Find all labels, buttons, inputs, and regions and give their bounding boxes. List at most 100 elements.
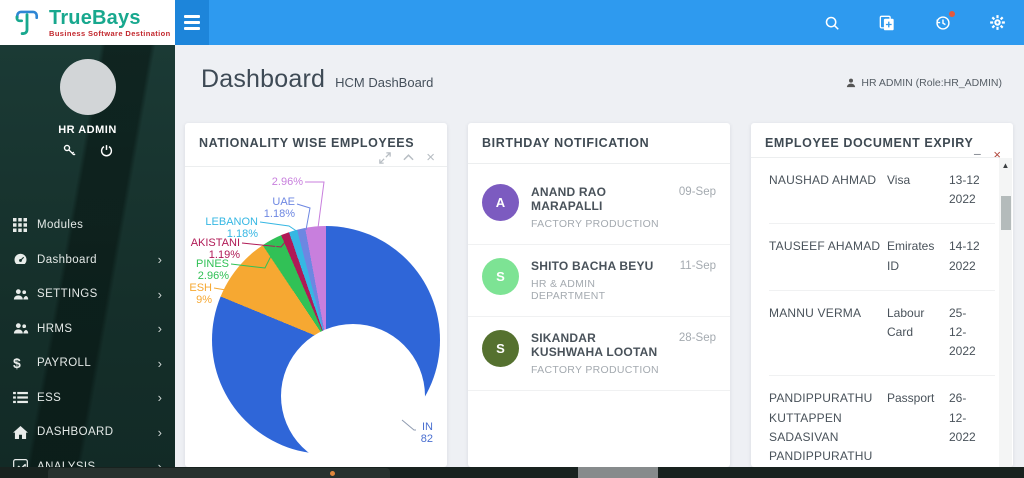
- birthday-list: A ANAND RAO MARAPALLI FACTORY PRODUCTION…: [468, 171, 730, 391]
- power-icon[interactable]: [100, 144, 113, 157]
- employee-name: PANDIPPURATHU KUTTAPPEN SADASIVAN PANDIP…: [769, 391, 873, 463]
- sidebar: HR ADMIN Modules › Dashboard ›: [0, 45, 175, 478]
- employee-name: TAUSEEF AHAMAD: [769, 239, 881, 254]
- birthday-avatar: A: [482, 184, 519, 221]
- key-icon[interactable]: [63, 144, 76, 157]
- notification-dot: [949, 10, 955, 17]
- birthday-list-item: S SIKANDAR KUSHWAHA LOOTAN FACTORY PRODU…: [468, 317, 730, 391]
- expiry-date: 14-12-2022: [949, 239, 979, 273]
- birthday-avatar: S: [482, 330, 519, 367]
- table-row: PANDIPPURATHU KUTTAPPEN SADASIVAN PANDIP…: [769, 376, 995, 467]
- grid-icon: [13, 218, 37, 233]
- scrollbar-thumb[interactable]: [1000, 196, 1011, 230]
- chevron-right-icon: ›: [157, 321, 162, 337]
- search-icon[interactable]: [823, 14, 841, 32]
- birthday-list-item: A ANAND RAO MARAPALLI FACTORY PRODUCTION…: [468, 171, 730, 245]
- sidebar-item-label: SETTINGS: [37, 288, 98, 301]
- chart-label: UAE 1.18%: [263, 196, 295, 221]
- birthday-date: 09-Sep: [678, 186, 716, 198]
- sidebar-item[interactable]: HRMS ›: [0, 312, 175, 347]
- page-subtitle: HCM DashBoard: [335, 75, 434, 90]
- brand-tagline: Business Software Destination: [49, 28, 171, 38]
- header-user-info: HR ADMIN (Role:HR_ADMIN): [846, 77, 1002, 89]
- main-content: Dashboard HCM DashBoard HR ADMIN (Role:HR…: [175, 45, 1024, 478]
- brand-logo[interactable]: TrueBays Business Software Destination: [0, 0, 175, 45]
- expand-icon[interactable]: [379, 151, 392, 164]
- truebays-logo-icon: [12, 8, 42, 38]
- birthday-name: SIKANDAR KUSHWAHA LOOTAN: [531, 331, 658, 359]
- bottom-gray-segment: [578, 467, 658, 478]
- document-expiry-card: EMPLOYEE DOCUMENT EXPIRY − × NAUSHAD AHM…: [751, 123, 1013, 467]
- topbar: TrueBays Business Software Destination: [0, 0, 1024, 45]
- page-title: Dashboard: [201, 65, 326, 93]
- sidebar-item-label: PAYROLL: [37, 357, 92, 370]
- birthday-avatar: S: [482, 258, 519, 295]
- chart-label: IN 82: [420, 421, 433, 446]
- chart-label: PINES 2.96%: [195, 258, 229, 283]
- donut-hole: [281, 324, 425, 467]
- sidebar-item-label: HRMS: [37, 322, 73, 335]
- sidebar-menu: Modules › Dashboard › SETTINGS › HRMS ›: [0, 208, 175, 478]
- sidebar-item-label: Modules: [37, 219, 84, 232]
- topbar-blue: [175, 0, 1024, 45]
- chart-label: ESH 9%: [189, 282, 212, 307]
- expiry-date: 13-12-2022: [949, 173, 979, 207]
- chevron-right-icon: ›: [157, 252, 162, 268]
- employee-name: MANNU VERMA: [769, 305, 862, 320]
- gauge-icon: [13, 252, 37, 267]
- users-icon: [13, 288, 37, 301]
- birthday-date: 11-Sep: [679, 260, 716, 272]
- chevron-right-icon: ›: [157, 390, 162, 406]
- copy-add-icon[interactable]: [878, 14, 896, 32]
- bottom-tab: [48, 468, 390, 478]
- table-row: NAUSHAD AHMAD Visa 13-12-2022: [769, 158, 995, 225]
- birthday-department: FACTORY PRODUCTION: [531, 364, 659, 376]
- scroll-up-arrow-icon[interactable]: ▲: [999, 158, 1012, 172]
- chevron-right-icon: ›: [157, 355, 162, 371]
- close-icon[interactable]: ×: [426, 150, 435, 165]
- expiry-date: 26- 12- 2022: [949, 391, 976, 444]
- brand-name: TrueBays: [49, 6, 141, 29]
- scrollbar[interactable]: ▲: [999, 158, 1012, 467]
- gear-icon[interactable]: [988, 14, 1006, 32]
- document-type: Passport: [887, 391, 935, 406]
- birthday-name: ANAND RAO MARAPALLI: [531, 185, 607, 213]
- nationality-donut-chart[interactable]: 2.96% UAE 1.18% LEBANON 1.18% AKISTANI 1.19…: [185, 170, 447, 467]
- document-type: Visa: [887, 173, 911, 187]
- bottom-tab-dot: [330, 471, 335, 476]
- list-icon: [13, 391, 37, 404]
- collapse-icon[interactable]: [403, 154, 414, 161]
- sidebar-item[interactable]: Modules ›: [0, 208, 175, 243]
- birthday-department: FACTORY PRODUCTION: [531, 218, 659, 230]
- birthday-department: HR & ADMIN DEPARTMENT: [531, 278, 606, 302]
- table-row: MANNU VERMA Labour Card 25- 12- 2022: [769, 291, 995, 377]
- sidebar-item-label: DASHBOARD: [37, 426, 114, 439]
- sidebar-item[interactable]: DASHBOARD ›: [0, 415, 175, 450]
- sidebar-item[interactable]: $ PAYROLL ›: [0, 346, 175, 381]
- employee-name: NAUSHAD AHMAD: [769, 173, 877, 187]
- donut-chart[interactable]: [212, 226, 440, 467]
- chevron-right-icon: ›: [157, 286, 162, 302]
- sidebar-item[interactable]: SETTINGS ›: [0, 277, 175, 312]
- dollar-icon: $: [13, 355, 21, 372]
- birthday-name: SHITO BACHA BEYU: [531, 259, 654, 273]
- table-row: TAUSEEF AHAMAD Emirates ID 14-12-2022: [769, 224, 995, 291]
- document-type: Labour Card: [887, 305, 925, 339]
- expiry-date: 25- 12- 2022: [949, 305, 976, 359]
- expiry-table: NAUSHAD AHMAD Visa 13-12-2022 TAUSEEF AH…: [751, 157, 999, 467]
- bottom-window-strip: [0, 467, 1024, 478]
- users-icon: [13, 322, 37, 335]
- birthday-card-title: BIRTHDAY NOTIFICATION: [482, 136, 650, 150]
- sidebar-item-label: ESS: [37, 391, 62, 404]
- sidebar-item[interactable]: ESS ›: [0, 381, 175, 416]
- nationality-card: NATIONALITY WISE EMPLOYEES × 2.96% UAE 1…: [185, 123, 447, 467]
- sidebar-item[interactable]: Dashboard ›: [0, 243, 175, 278]
- person-icon: [847, 78, 856, 88]
- sidebar-user-name: HR ADMIN: [58, 124, 117, 136]
- birthday-date: 28-Sep: [678, 332, 716, 344]
- birthday-card: BIRTHDAY NOTIFICATION A ANAND RAO MARAPA…: [468, 123, 730, 467]
- avatar: [59, 59, 116, 115]
- chevron-right-icon: ›: [157, 424, 162, 440]
- menu-icon[interactable]: [175, 0, 209, 45]
- history-icon[interactable]: [933, 10, 955, 32]
